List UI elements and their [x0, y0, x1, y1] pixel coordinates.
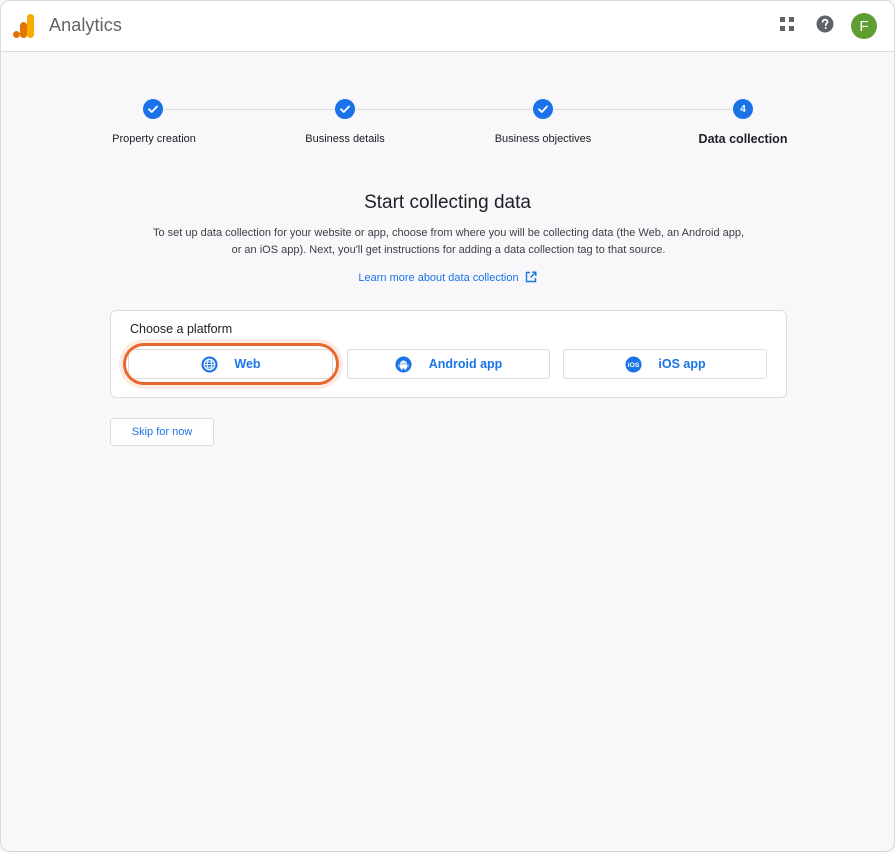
step-3-check-icon [533, 99, 553, 119]
platform-chooser-card: Choose a platform Web Android app iOS iO… [110, 310, 787, 398]
globe-icon [200, 355, 218, 373]
app-window: Analytics F 4 Property creation Business… [0, 0, 895, 852]
apps-grid-button[interactable] [775, 14, 799, 38]
step-2-check-icon [335, 99, 355, 119]
ios-platform-button[interactable]: iOS iOS app [563, 349, 767, 379]
step-connector [163, 109, 335, 110]
learn-more-label: Learn more about data collection [358, 272, 519, 284]
step-1-check-icon [143, 99, 163, 119]
open-in-new-icon [525, 271, 537, 283]
android-icon [395, 355, 413, 373]
help-icon [816, 15, 834, 38]
android-platform-button[interactable]: Android app [347, 349, 550, 379]
app-title: Analytics [49, 15, 122, 35]
ios-icon-text: iOS [628, 362, 640, 369]
top-app-bar: Analytics F [1, 1, 894, 52]
step-label-property-creation: Property creation [112, 133, 196, 145]
learn-more-link[interactable]: Learn more about data collection [1, 271, 894, 284]
help-button[interactable] [813, 14, 837, 38]
step-label-business-objectives: Business objectives [494, 133, 592, 145]
page-description: To set up data collection for your websi… [152, 227, 745, 256]
analytics-logo-icon [13, 14, 35, 38]
android-platform-label: Android app [428, 357, 503, 371]
apps-grid-icon [779, 16, 795, 37]
platform-card-title: Choose a platform [130, 322, 233, 336]
web-platform-label: Web [234, 357, 261, 371]
skip-for-now-button[interactable]: Skip for now [110, 418, 214, 446]
page-title: Start collecting data [364, 192, 531, 213]
step-connector [355, 109, 533, 110]
step-connector [553, 109, 733, 110]
account-avatar[interactable]: F [851, 13, 877, 39]
ios-platform-label: iOS app [658, 357, 706, 371]
step-label-data-collection: Data collection [698, 132, 788, 146]
step-4-number: 4 [733, 99, 753, 119]
step-4-number-text: 4 [740, 103, 746, 115]
ios-icon: iOS [624, 355, 642, 373]
step-label-business-details: Business details [305, 133, 385, 145]
web-platform-button[interactable]: Web [128, 349, 333, 379]
setup-stepper: 4 Property creation Business details Bus… [1, 99, 894, 159]
